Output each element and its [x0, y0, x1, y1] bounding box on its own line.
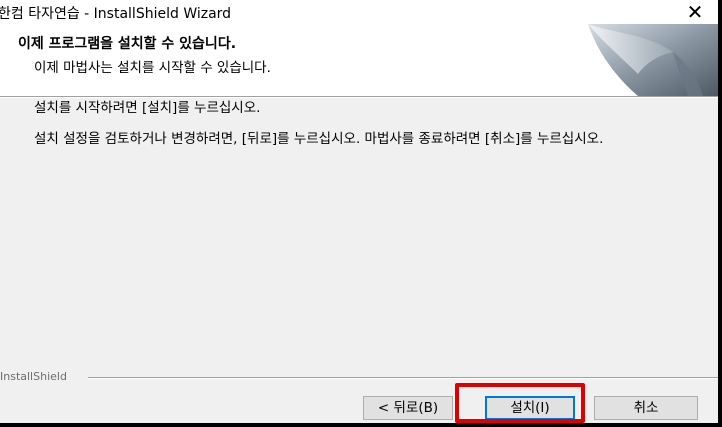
close-button[interactable]: ✕	[678, 0, 712, 24]
back-button[interactable]: < 뒤로(B)	[363, 396, 453, 420]
footer-separator	[88, 377, 718, 379]
install-button-highlight	[455, 383, 585, 423]
installshield-wizard-window: 한컴 타자연습 - InstallShield Wizard ✕ 이제 프로그램…	[0, 0, 718, 423]
cancel-button[interactable]: 취소	[594, 396, 698, 420]
header-title: 이제 프로그램을 설치할 수 있습니다.	[18, 36, 237, 52]
header-separator	[0, 96, 718, 98]
close-icon: ✕	[686, 0, 704, 24]
wizard-header: 이제 프로그램을 설치할 수 있습니다. 이제 마법사는 설치를 시작할 수 있…	[0, 24, 718, 96]
header-subtitle: 이제 마법사는 설치를 시작할 수 있습니다.	[34, 60, 271, 76]
instruction-install: 설치를 시작하려면 [설치]를 누르십시오.	[34, 100, 261, 116]
window-title: 한컴 타자연습 - InstallShield Wizard	[0, 6, 232, 22]
page-curl-graphic	[588, 24, 718, 96]
installshield-brand: InstallShield	[0, 370, 67, 383]
instruction-review: 설치 설정을 검토하거나 변경하려면, [뒤로]를 누르십시오. 마법사를 종료…	[34, 131, 604, 147]
title-bar: 한컴 타자연습 - InstallShield Wizard ✕	[0, 0, 718, 24]
